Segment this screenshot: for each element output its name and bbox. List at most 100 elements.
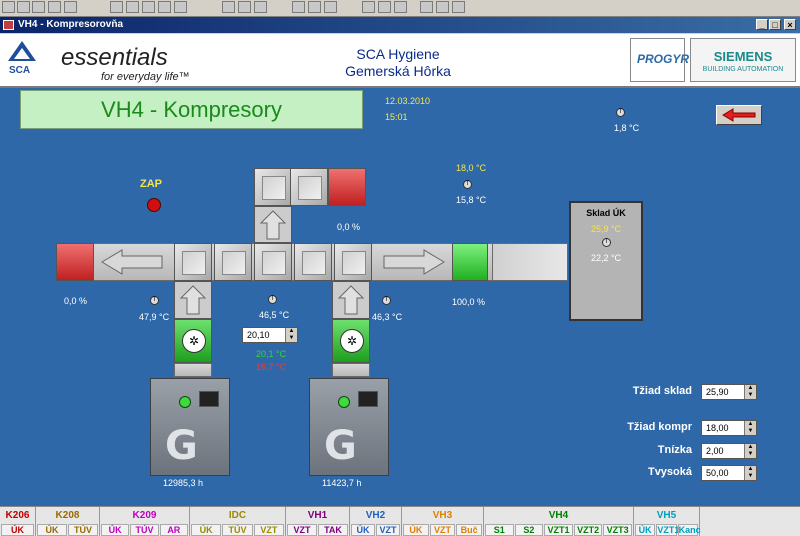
nav-sub-button[interactable]: VZT [287, 524, 317, 536]
temp-mid: 46,5 °C [259, 310, 290, 320]
tool-icon[interactable] [158, 1, 171, 13]
nav-sub-button[interactable]: ÚK [37, 524, 67, 536]
nav-sub-button[interactable]: VZT [253, 524, 284, 536]
nav-sub-button[interactable]: VZT [429, 524, 456, 536]
warehouse-temp: 22,2 °C [590, 253, 622, 263]
nav-sub-button[interactable]: TÚV [68, 524, 98, 536]
nav-group-title[interactable]: VH4 [484, 510, 633, 521]
nav-sub-button[interactable]: TÚV [130, 524, 159, 536]
nav-sub-button[interactable]: ÚK [191, 524, 222, 536]
nav-group-title[interactable]: VH1 [286, 510, 349, 521]
nav-sub-button[interactable]: S2 [514, 524, 544, 536]
mid-setpoint-input[interactable]: 20,10 ▲ ▼ [242, 327, 298, 343]
partner-logo-progyr: PROGYR [630, 38, 689, 82]
maximize-button[interactable]: □ [769, 19, 781, 30]
date-display: 12.03.2010 [385, 96, 431, 106]
print-icon[interactable] [254, 1, 267, 13]
print-icon[interactable] [222, 1, 235, 13]
temp-sensor-icon: T [602, 238, 611, 247]
compressor-1[interactable]: G [150, 378, 230, 476]
nav-sub-button[interactable]: Buč [456, 524, 482, 536]
nav-group-title[interactable]: VH3 [402, 510, 483, 521]
spinner-arrows-icon[interactable]: ▲ ▼ [744, 444, 756, 458]
setpoint-label: Tžiad sklad [632, 385, 692, 397]
back-icon[interactable] [2, 1, 15, 13]
nav-sub-button[interactable]: ÚK [351, 524, 375, 536]
setpoint-input[interactable]: 2,00 ▲ ▼ [701, 443, 757, 459]
brand-tagline: for everyday life™ [101, 71, 190, 83]
nav-group-title[interactable]: VH5 [634, 510, 699, 521]
tool-icon[interactable] [436, 1, 449, 13]
nav-sub-button[interactable]: ÚK [1, 524, 34, 536]
setpoint-label: Tnízka [657, 444, 692, 456]
nav-sub-button[interactable]: VZT1 [656, 524, 679, 536]
nav-sub-button[interactable]: VZT3 [603, 524, 632, 536]
nav-group-title[interactable]: K208 [36, 510, 99, 521]
damper-top[interactable] [328, 168, 366, 206]
compressor-2[interactable]: G [309, 378, 389, 476]
tool-icon[interactable] [110, 1, 123, 13]
duct-cell [214, 243, 252, 281]
nav-sub-button[interactable]: VZT [376, 524, 400, 536]
nav-sub-button[interactable]: ÚK [101, 524, 130, 536]
nav-group-title[interactable]: K209 [100, 510, 189, 521]
nav-group-k209: K209 ÚK TÚV AR [100, 507, 190, 536]
window-title: VH4 - Kompresorovňa [18, 19, 124, 30]
fan-right[interactable]: ✲ [332, 319, 370, 363]
fan-icon: ✲ [182, 329, 206, 353]
layout-icon[interactable] [378, 1, 391, 13]
tool-icon[interactable] [126, 1, 139, 13]
nav-icon[interactable] [32, 1, 45, 13]
nav-sub-button[interactable]: ÚK [635, 524, 656, 536]
compressor-display [199, 391, 219, 407]
fan-left[interactable]: ✲ [174, 319, 212, 363]
preview-icon[interactable] [238, 1, 251, 13]
setpoint-input[interactable]: 50,00 ▲ ▼ [701, 465, 757, 481]
setpoint-input[interactable]: 25,90 ▲ ▼ [701, 384, 757, 400]
heater-coil[interactable] [452, 243, 488, 281]
nav-sub-button[interactable]: ÚK [403, 524, 429, 536]
nav-group-title[interactable]: IDC [190, 510, 285, 521]
setpoint-input[interactable]: 18,00 ▲ ▼ [701, 420, 757, 436]
nav-group-title[interactable]: K206 [0, 510, 35, 521]
tool-icon[interactable] [452, 1, 465, 13]
nav-sub-button[interactable]: VZT2 [573, 524, 603, 536]
tool-icon[interactable] [142, 1, 155, 13]
back-button[interactable] [716, 105, 762, 125]
temp-sensor-icon: T [268, 295, 277, 304]
duct-outlet [492, 243, 568, 281]
layout-icon[interactable] [394, 1, 407, 13]
spinner-arrows-icon[interactable]: ▲ ▼ [744, 421, 756, 435]
nav-sub-button[interactable]: VZT1 [544, 524, 573, 536]
close-button[interactable]: × [784, 19, 796, 30]
nav-sub-button[interactable]: Kanc [677, 524, 701, 536]
compressor-1-hours: 12985,3 h [163, 478, 204, 488]
window-icon[interactable] [48, 1, 61, 13]
spinner-arrows-icon[interactable]: ▲ ▼ [744, 466, 756, 480]
window-icon[interactable] [64, 1, 77, 13]
page-icon[interactable] [324, 1, 337, 13]
tool-icon[interactable] [174, 1, 187, 13]
layout-icon[interactable] [362, 1, 375, 13]
damper-left[interactable] [56, 243, 94, 281]
nav-sub-button[interactable]: AR [159, 524, 188, 536]
duct-left-down [174, 363, 212, 377]
warehouse-box[interactable]: Sklad ÚK 25,9 °C T 22,2 °C [569, 201, 643, 321]
page-icon[interactable] [292, 1, 305, 13]
tool-icon[interactable] [420, 1, 433, 13]
process-panel: VH4 - Kompresory 12.03.2010 15:01 T 1,8 … [0, 88, 800, 506]
partner-logo-siemens: SIEMENS BUILDING AUTOMATION [690, 38, 796, 82]
spinner-arrows-icon[interactable]: ▲ ▼ [285, 328, 297, 342]
spinner-arrows-icon[interactable]: ▲ ▼ [744, 385, 756, 399]
nav-group-k208: K208 ÚK TÚV [36, 507, 100, 536]
dropdown-icon[interactable] [17, 1, 30, 13]
page-icon[interactable] [308, 1, 321, 13]
nav-group-title[interactable]: VH2 [350, 510, 401, 521]
minimize-button[interactable]: _ [756, 19, 768, 30]
nav-sub-button[interactable]: S1 [485, 524, 514, 536]
screen-title-box: VH4 - Kompresory [20, 90, 363, 129]
duct-cell [174, 243, 212, 281]
nav-sub-button[interactable]: TÚV [222, 524, 253, 536]
screen-title: VH4 - Kompresory [101, 97, 282, 122]
nav-sub-button[interactable]: TAK [318, 524, 348, 536]
